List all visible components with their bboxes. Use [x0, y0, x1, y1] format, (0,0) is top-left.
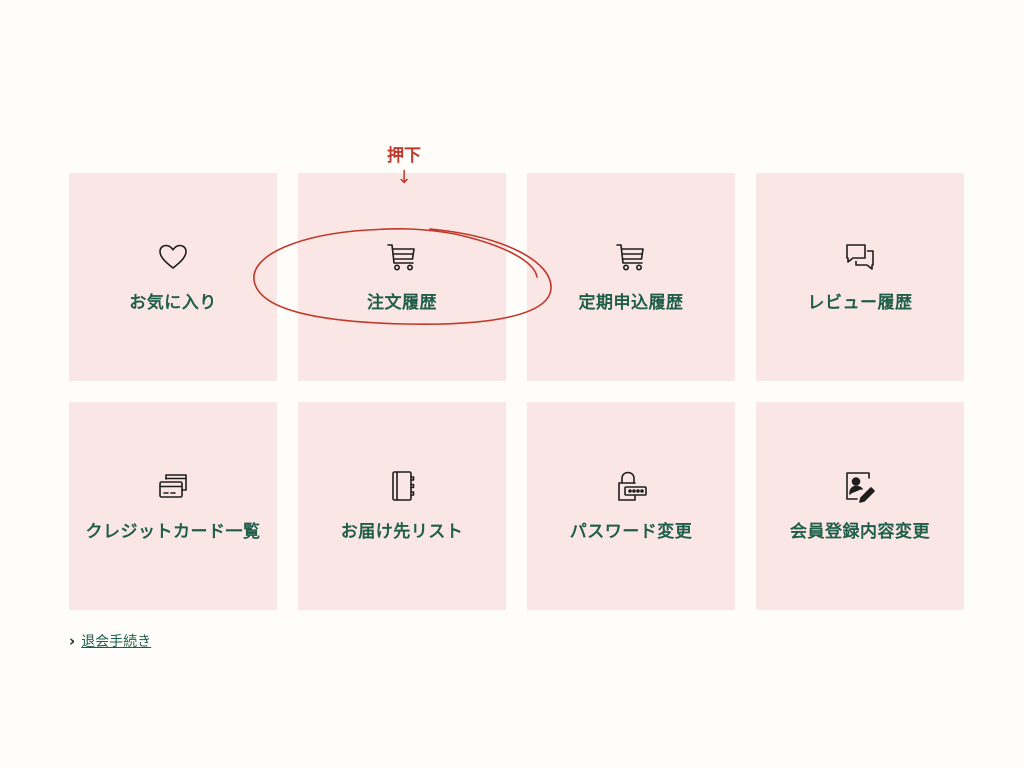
tile-change-password[interactable]: パスワード変更 [527, 402, 735, 610]
chevron-right-icon: › [69, 632, 76, 650]
withdraw-link[interactable]: 退会手続き [81, 631, 151, 651]
tile-order-history[interactable]: 注文履歴 [298, 173, 506, 381]
tile-label: お届け先リスト [340, 522, 464, 542]
chat-bubbles-icon [842, 239, 878, 275]
down-arrow-icon: ↓ [396, 167, 412, 188]
tile-label: 定期申込履歴 [578, 293, 684, 313]
tile-label: パスワード変更 [569, 522, 693, 542]
address-book-icon [384, 468, 420, 504]
lock-password-icon [613, 468, 649, 504]
tile-favorites[interactable]: お気に入り [69, 173, 277, 381]
tile-label: 会員登録内容変更 [790, 522, 930, 542]
cart-icon [384, 239, 420, 275]
press-annotation: 押下 ↓ [362, 145, 446, 187]
cart-icon [613, 239, 649, 275]
annotation-text: 押下 [387, 146, 421, 166]
tile-label: クレジットカード一覧 [85, 522, 261, 542]
tile-credit-cards[interactable]: クレジットカード一覧 [69, 402, 277, 610]
tile-label: 注文履歴 [367, 293, 437, 313]
credit-card-icon [155, 468, 191, 504]
profile-edit-icon [842, 468, 878, 504]
withdraw-link-row: › 退会手続き [69, 631, 151, 651]
tile-subscription-history[interactable]: 定期申込履歴 [527, 173, 735, 381]
tile-label: お気に入り [129, 293, 217, 313]
tile-address-list[interactable]: お届け先リスト [298, 402, 506, 610]
tile-review-history[interactable]: レビュー履歴 [756, 173, 964, 381]
tile-label: レビュー履歴 [807, 293, 913, 313]
mypage-menu-grid: お気に入り 注文履歴 定期申込履歴 レビュー履歴 クレジットカード一覧 お届け先… [69, 173, 964, 610]
heart-icon [155, 239, 191, 275]
tile-edit-membership[interactable]: 会員登録内容変更 [756, 402, 964, 610]
